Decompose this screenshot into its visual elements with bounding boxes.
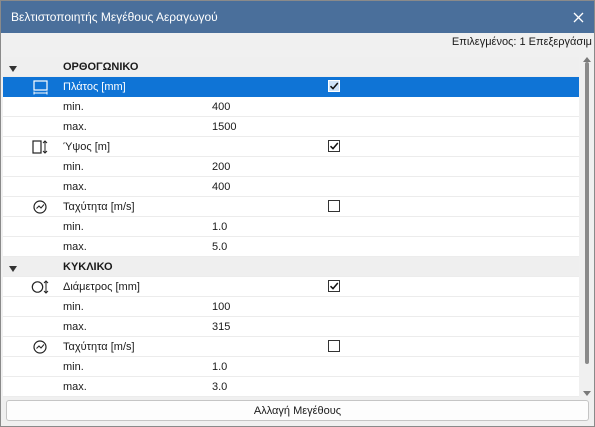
parameter-row[interactable]: Πλάτος [mm] <box>3 77 579 97</box>
parameter-checkbox[interactable] <box>328 80 340 92</box>
parameter-label: Διάμετρος [mm] <box>63 281 140 293</box>
duct-diameter-icon <box>31 278 51 296</box>
selection-info: Επιλεγμένος: 1 Επεξεργάσιμ <box>451 36 592 48</box>
max-label: max. <box>63 241 87 253</box>
max-row[interactable]: max. 5.0 <box>3 237 579 257</box>
min-value[interactable]: 1.0 <box>212 361 227 373</box>
window-title: Βελτιστοποιητής Μεγέθους Αεραγωγού <box>11 10 218 24</box>
min-label: min. <box>63 101 84 113</box>
resize-button[interactable]: Αλλαγή Μεγέθους <box>6 400 589 421</box>
max-value[interactable]: 3.0 <box>212 381 227 393</box>
min-value[interactable]: 100 <box>212 301 230 313</box>
parameter-row[interactable]: Ταχύτητα [m/s] <box>3 337 579 357</box>
max-row[interactable]: max. 1500 <box>3 117 579 137</box>
parameter-label: Πλάτος [mm] <box>63 81 126 93</box>
vertical-scrollbar[interactable] <box>582 57 592 397</box>
parameter-label: Ταχύτητα [m/s] <box>63 341 135 353</box>
min-label: min. <box>63 361 84 373</box>
max-value[interactable]: 315 <box>212 321 230 333</box>
max-label: max. <box>63 321 87 333</box>
min-label: min. <box>63 161 84 173</box>
parameter-row[interactable]: Ταχύτητα [m/s] <box>3 197 579 217</box>
max-row[interactable]: max. 315 <box>3 317 579 337</box>
group-header-row[interactable]: ΚΥΚΛΙΚΟ <box>3 257 579 277</box>
group-label: ΟΡΘΟΓΩΝΙΚΟ <box>63 61 139 73</box>
parameter-checkbox[interactable] <box>328 200 340 212</box>
max-label: max. <box>63 381 87 393</box>
parameter-checkbox[interactable] <box>328 280 340 292</box>
group-header-row[interactable]: ΟΡΘΟΓΩΝΙΚΟ <box>3 57 579 77</box>
min-row[interactable]: min. 1.0 <box>3 217 579 237</box>
close-icon <box>573 12 583 22</box>
max-row[interactable]: max. 400 <box>3 177 579 197</box>
duct-size-optimizer-dialog: Βελτιστοποιητής Μεγέθους Αεραγωγού Επιλε… <box>0 0 595 427</box>
expand-collapse-icon[interactable] <box>9 63 17 75</box>
min-label: min. <box>63 221 84 233</box>
min-row[interactable]: min. 1.0 <box>3 357 579 377</box>
checkmark-icon <box>329 82 339 90</box>
max-label: max. <box>63 121 87 133</box>
max-row[interactable]: max. 3.0 <box>3 377 579 397</box>
duct-height-icon <box>31 138 51 156</box>
title-bar[interactable]: Βελτιστοποιητής Μεγέθους Αεραγωγού <box>1 1 594 33</box>
max-label: max. <box>63 181 87 193</box>
min-value[interactable]: 1.0 <box>212 221 227 233</box>
checkmark-icon <box>329 142 339 150</box>
max-value[interactable]: 5.0 <box>212 241 227 253</box>
parameter-row[interactable]: Ύψος [m] <box>3 137 579 157</box>
expand-collapse-icon[interactable] <box>9 263 17 275</box>
group-label: ΚΥΚΛΙΚΟ <box>63 261 113 273</box>
parameter-row[interactable]: Διάμετρος [mm] <box>3 277 579 297</box>
parameter-checkbox[interactable] <box>328 340 340 352</box>
max-value[interactable]: 1500 <box>212 121 236 133</box>
min-row[interactable]: min. 200 <box>3 157 579 177</box>
speed-gauge-icon <box>31 198 51 216</box>
checkmark-icon <box>329 282 339 290</box>
parameter-label: Ταχύτητα [m/s] <box>63 201 135 213</box>
min-row[interactable]: min. 400 <box>3 97 579 117</box>
scroll-down-arrow-icon[interactable] <box>583 391 591 396</box>
parameter-checkbox[interactable] <box>328 140 340 152</box>
min-value[interactable]: 200 <box>212 161 230 173</box>
min-label: min. <box>63 301 84 313</box>
parameter-label: Ύψος [m] <box>63 141 111 153</box>
duct-width-icon <box>31 78 51 96</box>
min-row[interactable]: min. 100 <box>3 297 579 317</box>
close-button[interactable] <box>562 1 594 33</box>
max-value[interactable]: 400 <box>212 181 230 193</box>
scrollbar-thumb[interactable] <box>585 62 589 364</box>
min-value[interactable]: 400 <box>212 101 230 113</box>
speed-gauge-icon <box>31 338 51 356</box>
parameter-list[interactable]: ΟΡΘΟΓΩΝΙΚΟ Πλάτος [mm] min. 400 max. 1500 Ύψος… <box>3 57 579 397</box>
